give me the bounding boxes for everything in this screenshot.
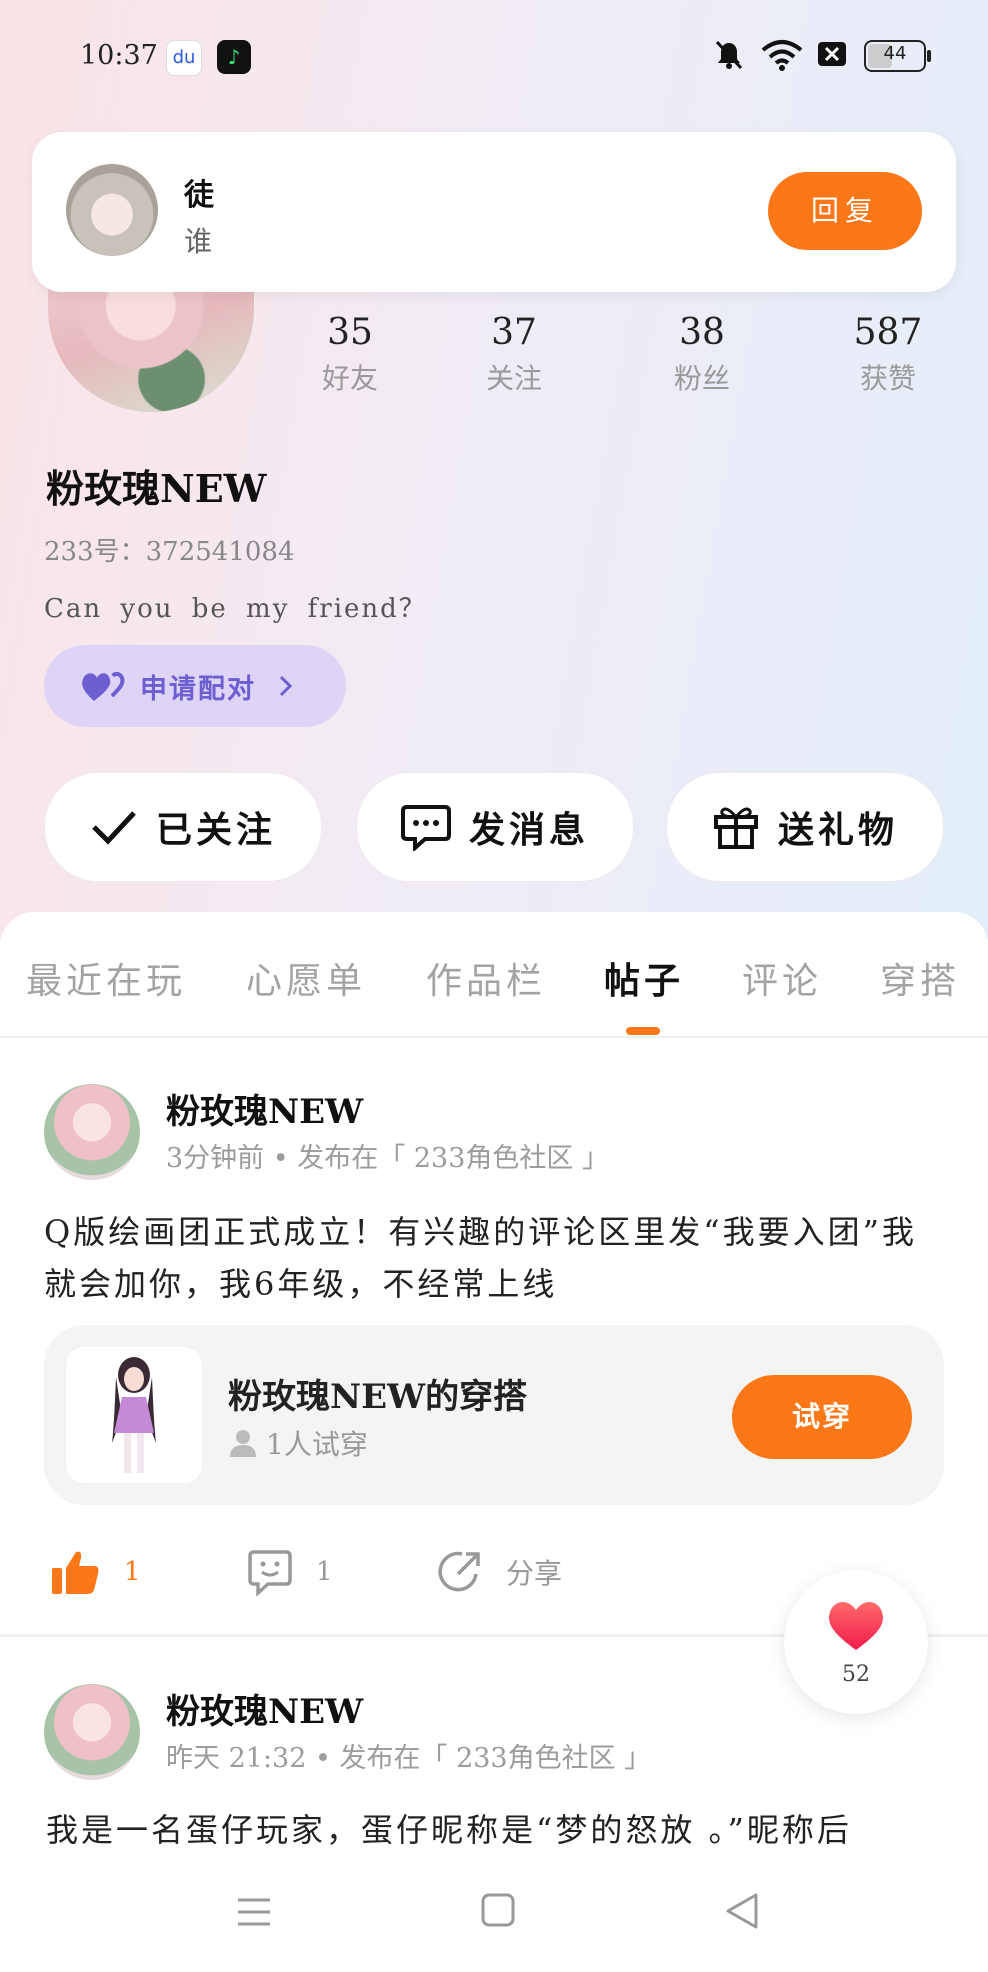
- profile-signature: Can you be my friend？: [44, 594, 427, 624]
- notification-message: 谁: [184, 225, 213, 258]
- like-button[interactable]: 1: [50, 1548, 141, 1596]
- comment-button[interactable]: 1: [246, 1548, 333, 1596]
- menu-icon[interactable]: [236, 1894, 272, 1930]
- stat-label: 获赞: [859, 362, 916, 395]
- post-text[interactable]: 我是一名蛋仔玩家，蛋仔昵称是“梦的怒放 。”昵称后: [46, 1804, 946, 1856]
- stat-value: 587: [853, 312, 923, 353]
- tab-posts[interactable]: 帖子: [604, 952, 684, 1004]
- reply-button[interactable]: 回复: [768, 172, 922, 250]
- send-message-button[interactable]: 发消息: [356, 772, 634, 882]
- like-count: 1: [124, 1557, 141, 1587]
- notification-avatar: [66, 164, 158, 256]
- person-icon: [230, 1430, 256, 1457]
- active-tab-indicator: [626, 1027, 660, 1035]
- share-button[interactable]: 分享: [436, 1548, 562, 1596]
- stat-value: 37: [491, 312, 537, 353]
- profile-uid[interactable]: 233号：372541084: [44, 531, 295, 568]
- tab-outfits[interactable]: 穿搭: [880, 952, 960, 1004]
- post-author-name[interactable]: 粉玫瑰NEW: [166, 1684, 363, 1733]
- chat-bubble-icon: [400, 805, 451, 851]
- outfit-card[interactable]: 粉玫瑰NEW的穿搭 1人试穿 试穿: [44, 1325, 944, 1505]
- profile-name: 粉玫瑰NEW: [46, 466, 267, 511]
- share-label: 分享: [506, 1557, 563, 1590]
- sim-error-icon: [818, 42, 846, 66]
- status-time: 10:37: [80, 40, 158, 71]
- stat-likes[interactable]: 587 获赞: [828, 312, 948, 397]
- post-meta: 3分钟前 • 发布在「 233角色社区 」: [166, 1143, 609, 1174]
- notification-sender: 徒: [184, 178, 214, 213]
- stat-following[interactable]: 37 关注: [454, 312, 574, 397]
- tab-wishlist[interactable]: 心愿单: [246, 952, 366, 1004]
- outfit-title: 粉玫瑰NEW的穿搭: [228, 1377, 528, 1417]
- post-author-name[interactable]: 粉玫瑰NEW: [166, 1084, 363, 1133]
- send-gift-label: 送礼物: [777, 810, 898, 851]
- stat-followers[interactable]: 38 粉丝: [642, 312, 762, 397]
- gift-icon: [713, 807, 758, 849]
- check-icon: [92, 811, 136, 845]
- stat-value: 38: [679, 312, 725, 353]
- tab-recently-played[interactable]: 最近在玩: [26, 952, 186, 1004]
- tab-works[interactable]: 作品栏: [426, 952, 546, 1004]
- outfit-character-image: [112, 1357, 156, 1473]
- apply-pair-button[interactable]: 申请配对: [44, 645, 346, 727]
- post-text[interactable]: Q版绘画团正式成立！有兴趣的评论区里发“我要入团”我就会加你，我6年级，不经常上…: [44, 1206, 944, 1310]
- stat-label: 关注: [485, 362, 542, 395]
- send-gift-button[interactable]: 送礼物: [666, 772, 944, 882]
- share-icon: [438, 1551, 480, 1592]
- music-app-icon: ♪: [217, 40, 251, 74]
- stat-label: 粉丝: [673, 362, 730, 395]
- home-icon[interactable]: [480, 1892, 516, 1928]
- outfit-tried-count: 1人试穿: [228, 1423, 368, 1463]
- chevron-right-icon: [279, 675, 293, 697]
- apply-pair-label: 申请配对: [140, 673, 256, 705]
- back-icon[interactable]: [724, 1892, 760, 1930]
- followed-label: 已关注: [155, 810, 276, 851]
- stat-friends[interactable]: 35 好友: [290, 312, 410, 397]
- stat-label: 好友: [321, 362, 378, 395]
- stat-value: 35: [327, 312, 373, 353]
- comment-count: 1: [316, 1557, 333, 1587]
- post-author-avatar[interactable]: [44, 1084, 140, 1180]
- send-message-label: 发消息: [468, 810, 589, 851]
- heart-icon: [829, 1601, 883, 1650]
- mute-bell-icon: [715, 40, 743, 70]
- floating-like-button[interactable]: 52: [784, 1570, 928, 1714]
- followed-button[interactable]: 已关注: [44, 772, 322, 882]
- baidu-app-icon: du: [166, 40, 202, 76]
- battery-icon: 44: [864, 40, 931, 72]
- wifi-icon: [761, 40, 803, 71]
- floating-like-count: 52: [842, 1662, 870, 1687]
- try-on-button[interactable]: 试穿: [732, 1375, 912, 1459]
- message-notification[interactable]: 徒 谁 回复: [32, 132, 956, 292]
- post-meta: 昨天 21:32 • 发布在「 233角色社区 」: [166, 1743, 652, 1774]
- tab-comments[interactable]: 评论: [742, 952, 822, 1004]
- heart-pair-icon: [82, 671, 125, 701]
- post-author-avatar[interactable]: [44, 1684, 140, 1780]
- battery-level: 44: [883, 43, 907, 64]
- outfit-tried-label: 1人试穿: [266, 1428, 368, 1461]
- thumbs-up-icon: [52, 1551, 99, 1594]
- comment-icon: [248, 1550, 292, 1596]
- tab-divider: [0, 1036, 988, 1038]
- system-nav-bar: [0, 1858, 988, 1972]
- outfit-thumbnail: [66, 1347, 202, 1483]
